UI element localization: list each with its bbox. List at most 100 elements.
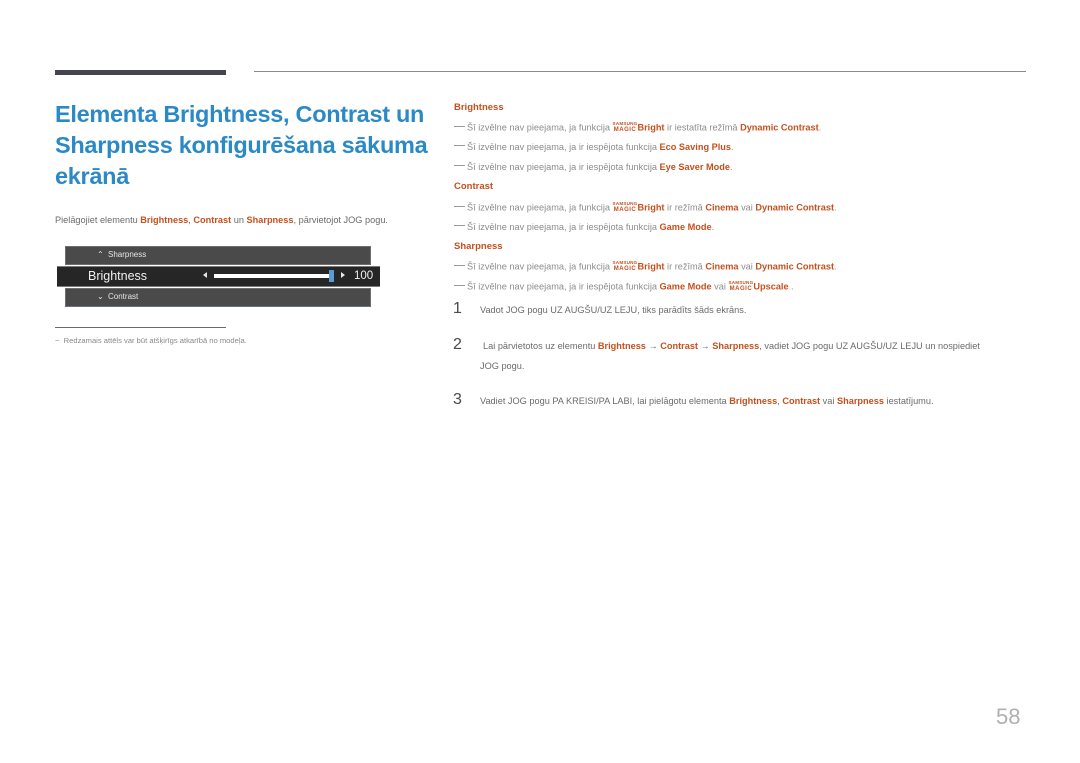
step-text: Lai pārvietotos uz elementu Brightness →…: [483, 336, 980, 356]
step-text-part: , vadiet JOG pogu UZ AUGŠU/UZ LEJU un no…: [759, 341, 980, 351]
note-dash-icon: [454, 225, 465, 226]
intro-sep: un: [231, 215, 247, 225]
note-highlight: Game Mode: [659, 222, 712, 232]
note-item: Šī izvēlne nav pieejama, ja ir iespējota…: [454, 162, 733, 172]
samsung-magic-logo-icon: SAMSUNG MAGIC: [612, 121, 638, 133]
note-highlight: Dynamic Contrast: [755, 202, 835, 213]
arrow-right-icon: →: [698, 341, 713, 351]
note-text: Šī izvēlne nav pieejama, ja ir iespējota…: [467, 162, 660, 172]
step-number: 3: [453, 391, 462, 408]
osd-slider-track: [214, 270, 334, 282]
note-item: Šī izvēlne nav pieejama, ja funkcija SAM…: [454, 201, 837, 213]
step-number: 2: [453, 336, 462, 353]
step-number: 1: [453, 300, 462, 317]
osd-value: 100: [354, 270, 374, 282]
osd-slider-fill: [214, 274, 331, 278]
note-dash-icon: [454, 264, 465, 266]
note-highlight: Dynamic Contrast: [755, 261, 835, 272]
intro-brightness: Brightness: [140, 215, 189, 225]
intro-contrast: Contrast: [193, 215, 232, 225]
note-dash-icon: [454, 284, 465, 286]
footnote-text: Redzamais attēls var būt atšķirīgs atkar…: [63, 336, 247, 345]
section-heading-sharpness: Sharpness: [454, 241, 503, 252]
note-text: .: [788, 281, 794, 292]
note-highlight: Eco Saving Plus: [659, 142, 732, 152]
step-text-part: Vadiet JOG pogu PA KREISI/PA LABI, lai p…: [480, 396, 730, 406]
note-item: Šī izvēlne nav pieejama, ja funkcija SAM…: [454, 260, 837, 272]
note-text: .: [834, 261, 837, 272]
note-dash-icon: [454, 205, 465, 207]
note-highlight: Bright: [637, 202, 665, 213]
note-dash-icon: [454, 125, 465, 127]
footnote-dash: −: [55, 336, 60, 345]
note-highlight: Eye Saver Mode: [659, 162, 731, 172]
osd-slider-thumb: [329, 270, 334, 282]
note-text: Šī izvēlne nav pieejama, ja funkcija: [467, 261, 613, 272]
step-highlight: Sharpness: [836, 396, 884, 406]
note-text: ir režīmā: [664, 202, 706, 213]
note-text: Šī izvēlne nav pieejama, ja funkcija: [467, 122, 613, 133]
step-text: Vadiet JOG pogu PA KREISI/PA LABI, lai p…: [480, 391, 934, 411]
arrow-right-icon: [341, 272, 345, 278]
note-item: Šī izvēlne nav pieejama, ja ir iespējota…: [454, 142, 734, 152]
note-text: vai: [738, 202, 756, 213]
note-text: ir režīmā: [664, 261, 706, 272]
page-title: Elementa Brightness, Contrast un Sharpne…: [55, 101, 428, 189]
note-highlight: Game Mode: [659, 281, 712, 292]
step-highlight: Brightness: [597, 341, 646, 351]
osd-item-contrast: ⌄ Contrast: [65, 288, 371, 307]
note-text: Šī izvēlne nav pieejama, ja funkcija: [467, 202, 613, 213]
osd-item-label: Contrast: [108, 292, 139, 301]
chevron-up-icon: ⌃: [97, 250, 104, 259]
header-accent-bar: [55, 70, 226, 75]
step-text-part: iestatījumu.: [883, 396, 934, 406]
osd-menu-illustration: ⌃ Sharpness Brightness 100 ⌄ Contrast: [57, 246, 380, 308]
note-text: Šī izvēlne nav pieejama, ja ir iespējota…: [467, 281, 660, 292]
note-item: Šī izvēlne nav pieejama, ja ir iespējota…: [454, 280, 794, 292]
note-text: Šī izvēlne nav pieejama, ja ir iespējota…: [467, 222, 660, 232]
note-text: vai: [711, 281, 729, 292]
step-text-part: vai: [820, 396, 837, 406]
osd-item-label: Sharpness: [108, 250, 147, 259]
step-highlight: Contrast: [660, 341, 698, 351]
note-text: Šī izvēlne nav pieejama, ja ir iespējota…: [467, 142, 660, 152]
samsung-magic-logo-icon: SAMSUNG MAGIC: [612, 201, 638, 213]
note-dash-icon: [454, 145, 465, 146]
note-highlight: Cinema: [705, 261, 739, 272]
note-item: Šī izvēlne nav pieejama, ja funkcija SAM…: [454, 121, 822, 133]
note-text: .: [818, 122, 822, 133]
chevron-down-icon: ⌄: [97, 292, 104, 301]
note-dash-icon: [454, 165, 465, 166]
samsung-magic-logo-icon: SAMSUNG MAGIC: [612, 260, 638, 272]
osd-item-brightness-selected: Brightness 100: [57, 266, 380, 287]
intro-sharpness: Sharpness: [246, 215, 294, 225]
section-heading-brightness: Brightness: [454, 102, 504, 113]
step-text-part: Lai pārvietotos uz elementu: [483, 341, 598, 351]
samsung-magic-logo-icon: SAMSUNG MAGIC: [728, 280, 754, 292]
note-highlight: Bright: [637, 261, 665, 272]
arrow-left-icon: [203, 272, 207, 278]
note-text: vai: [738, 261, 756, 272]
page-number: 58: [996, 704, 1021, 729]
note-text: .: [731, 142, 734, 152]
footnote-rule: [55, 327, 226, 328]
step-highlight: Brightness: [729, 396, 778, 406]
step-highlight: Sharpness: [712, 341, 760, 351]
note-item: Šī izvēlne nav pieejama, ja ir iespējota…: [454, 222, 714, 232]
intro-pre: Pielāgojiet elementu: [55, 215, 141, 225]
note-highlight: Upscale: [753, 281, 789, 292]
header-rule: [254, 71, 1026, 72]
intro-text: Pielāgojiet elementu Brightness, Contras…: [55, 215, 388, 225]
note-text: ir iestatīta režīmā: [664, 122, 741, 133]
note-text: .: [711, 222, 715, 232]
note-highlight: Cinema: [705, 202, 739, 213]
osd-item-sharpness: ⌃ Sharpness: [65, 246, 371, 265]
note-text: .: [730, 162, 733, 172]
note-highlight: Bright: [637, 122, 665, 133]
note-text: .: [834, 202, 837, 213]
section-heading-contrast: Contrast: [454, 181, 494, 192]
intro-post: , pārvietojot JOG pogu.: [293, 215, 388, 225]
arrow-right-icon: →: [645, 341, 661, 351]
step-text: Vadot JOG pogu UZ AUGŠU/UZ LEJU, tiks pa…: [480, 305, 747, 315]
step-text-line2: JOG pogu.: [480, 361, 525, 371]
